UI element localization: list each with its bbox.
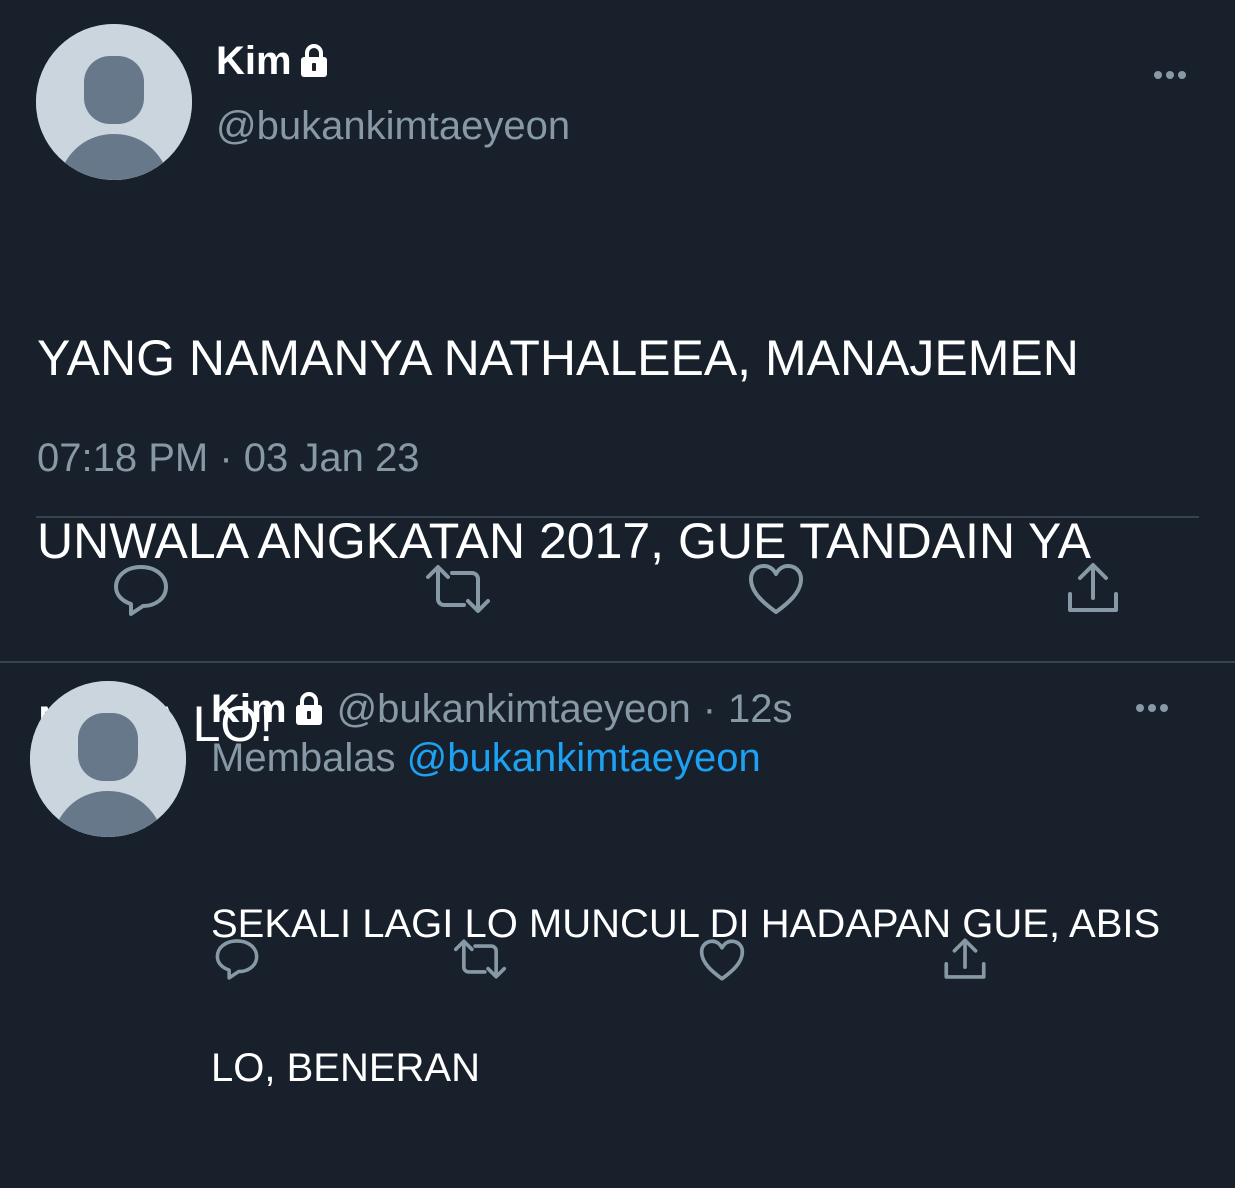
retweet-button[interactable] — [424, 563, 492, 615]
tweet-text-line: UNWALA ANGKATAN 2017, GUE TANDAIN YA — [37, 513, 1092, 569]
reply-icon — [114, 565, 168, 616]
author-name[interactable]: Kim — [211, 687, 325, 732]
avatar[interactable] — [36, 24, 192, 180]
replying-to: Membalas @bukankimtaeyeon — [211, 736, 761, 781]
heart-icon — [749, 564, 803, 614]
retweet-icon — [426, 565, 490, 613]
tweet-text-line: LO, BENERAN — [211, 1046, 480, 1090]
reply-button[interactable] — [112, 562, 170, 618]
default-avatar-icon — [30, 681, 186, 837]
default-avatar-icon — [36, 24, 192, 180]
share-button[interactable] — [1066, 560, 1120, 616]
tweet-text: SEKALI LAGI LO MUNCUL DI HADAPAN GUE, AB… — [211, 804, 1160, 1188]
lock-icon — [298, 43, 330, 79]
author-name[interactable]: Kim — [216, 38, 330, 84]
more-icon[interactable] — [1154, 71, 1186, 79]
author-name-text: Kim — [211, 686, 287, 731]
more-icon[interactable] — [1136, 704, 1168, 712]
share-icon — [944, 938, 986, 979]
author-handle[interactable]: @bukankimtaeyeon — [337, 687, 691, 732]
reply-icon — [215, 939, 259, 980]
lock-icon — [293, 691, 325, 727]
tweet-text-line: SEKALI LAGI LO MUNCUL DI HADAPAN GUE, AB… — [211, 902, 1161, 946]
reply-header: Kim @bukankimtaeyeon · 12s — [211, 685, 793, 733]
like-button[interactable] — [698, 938, 746, 982]
avatar[interactable] — [30, 681, 186, 837]
replying-label: Membalas — [211, 736, 396, 780]
author-name-text: Kim — [216, 38, 292, 83]
tweet-age[interactable]: 12s — [728, 687, 793, 732]
author-handle[interactable]: @bukankimtaeyeon — [216, 104, 570, 149]
separator-dot: · — [702, 686, 717, 731]
share-icon — [1068, 563, 1118, 612]
section-divider — [0, 661, 1235, 663]
tweet-timestamp[interactable]: 07:18 PM · 03 Jan 23 — [37, 436, 419, 481]
divider — [36, 516, 1199, 518]
tweet-text-line: YANG NAMANYA NATHALEEA, MANAJEMEN — [37, 330, 1079, 386]
reply-button[interactable] — [214, 937, 260, 981]
like-button[interactable] — [747, 562, 805, 616]
mention-link[interactable]: @bukankimtaeyeon — [407, 736, 761, 780]
retweet-icon — [453, 939, 507, 979]
share-button[interactable] — [943, 936, 987, 982]
heart-icon — [699, 939, 745, 981]
retweet-button[interactable] — [452, 938, 508, 980]
